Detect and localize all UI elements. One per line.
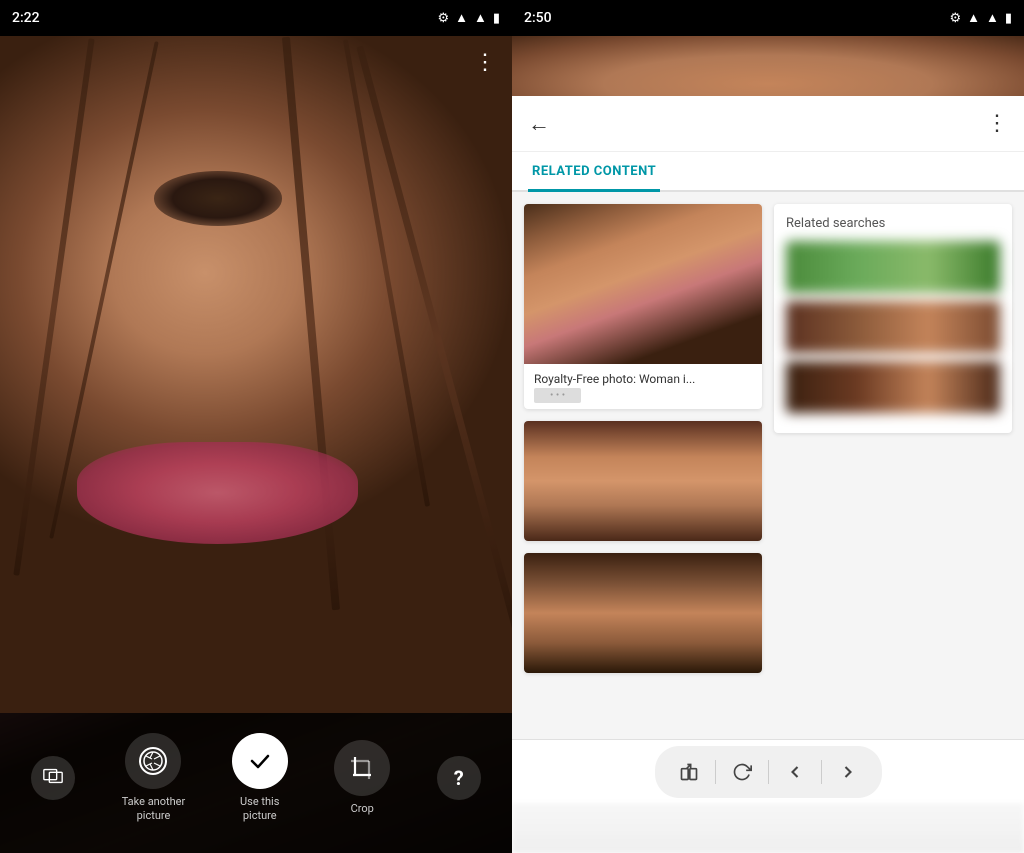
left-wifi-icon: ▲ [455, 10, 468, 26]
nav-pill [655, 746, 882, 798]
shutter-icon-circle [125, 733, 181, 789]
right-panel: 2:50 ⚙ ▲ ▲ ▮ ← ⋮ RELATED CONTENT [512, 0, 1024, 853]
take-another-label: Take anotherpicture [122, 795, 186, 824]
content-grid: Royalty-Free photo: Woman i... • • • [524, 204, 1012, 673]
right-status-icons: ⚙ ▲ ▲ ▮ [949, 10, 1012, 26]
crop-icon-circle [334, 740, 390, 796]
crop-label: Crop [351, 802, 374, 816]
left-toolbar: Take anotherpicture Use thispicture C [0, 713, 512, 853]
left-time: 2:22 [12, 10, 40, 26]
left-more-options-button[interactable]: ⋮ [474, 50, 496, 75]
related-search-thumb-1[interactable] [786, 241, 1000, 293]
right-wifi-icon: ▲ [967, 10, 980, 26]
help-icon: ? [454, 766, 464, 790]
bottom-blur-strip [512, 803, 1024, 853]
nav-divider-3 [821, 760, 822, 784]
left-status-icons: ⚙ ▲ ▲ ▮ [437, 10, 500, 26]
help-button[interactable]: ? [437, 756, 481, 800]
right-battery-icon: ▮ [1005, 11, 1012, 26]
right-header: ← ⋮ [512, 96, 1024, 152]
crop-button[interactable]: Crop [334, 740, 390, 816]
results-left-column: Royalty-Free photo: Woman i... • • • [524, 204, 762, 673]
gallery-button[interactable] [31, 756, 75, 800]
forward-nav-button[interactable] [830, 754, 866, 790]
result-image-3 [524, 553, 762, 673]
left-battery-icon: ▮ [493, 11, 500, 26]
left-signal-icon: ▲ [474, 10, 487, 26]
result-title: Royalty-Free photo: Woman i... [524, 364, 762, 390]
take-another-button[interactable]: Take anotherpicture [122, 733, 186, 824]
left-gear-icon: ⚙ [437, 11, 449, 26]
right-time: 2:50 [524, 10, 552, 26]
back-button[interactable]: ← [528, 111, 550, 137]
left-panel: 2:22 ⚙ ▲ ▲ ▮ ⋮ [0, 0, 512, 853]
refresh-nav-button[interactable] [724, 754, 760, 790]
left-status-bar: 2:22 ⚙ ▲ ▲ ▮ [0, 0, 512, 36]
right-signal-icon: ▲ [986, 10, 999, 26]
content-area[interactable]: Royalty-Free photo: Woman i... • • • [512, 192, 1024, 739]
tabs-bar: RELATED CONTENT [512, 152, 1024, 192]
face-overlay [0, 36, 512, 713]
related-searches-card: Related searches [774, 204, 1012, 433]
top-image-strip [512, 36, 1024, 96]
strip-face-bg [512, 36, 1024, 96]
nav-divider-2 [768, 760, 769, 784]
use-this-picture-button[interactable]: Use thispicture [232, 733, 288, 824]
result-card-2[interactable] [524, 421, 762, 541]
right-more-options-button[interactable]: ⋮ [986, 111, 1008, 136]
result-image-main [524, 204, 762, 364]
eye-area [154, 171, 282, 225]
use-this-label: Use thispicture [240, 795, 279, 824]
share-nav-button[interactable] [671, 754, 707, 790]
result-card-main[interactable]: Royalty-Free photo: Woman i... • • • [524, 204, 762, 409]
tab-related-content[interactable]: RELATED CONTENT [528, 152, 660, 192]
bottom-nav [512, 739, 1024, 803]
related-search-thumb-3[interactable] [786, 361, 1000, 413]
related-searches-title: Related searches [786, 216, 1000, 231]
gallery-icon [42, 765, 64, 792]
related-search-thumb-2[interactable] [786, 301, 1000, 353]
nav-divider-1 [715, 760, 716, 784]
result-card-3[interactable] [524, 553, 762, 673]
checkmark-icon-circle [232, 733, 288, 789]
right-status-bar: 2:50 ⚙ ▲ ▲ ▮ [512, 0, 1024, 36]
lip-area [77, 442, 359, 544]
right-gear-icon: ⚙ [949, 11, 961, 26]
back-nav-button[interactable] [777, 754, 813, 790]
result-image-2 [524, 421, 762, 541]
result-url: • • • [524, 390, 762, 409]
results-right-column: Related searches [774, 204, 1012, 673]
